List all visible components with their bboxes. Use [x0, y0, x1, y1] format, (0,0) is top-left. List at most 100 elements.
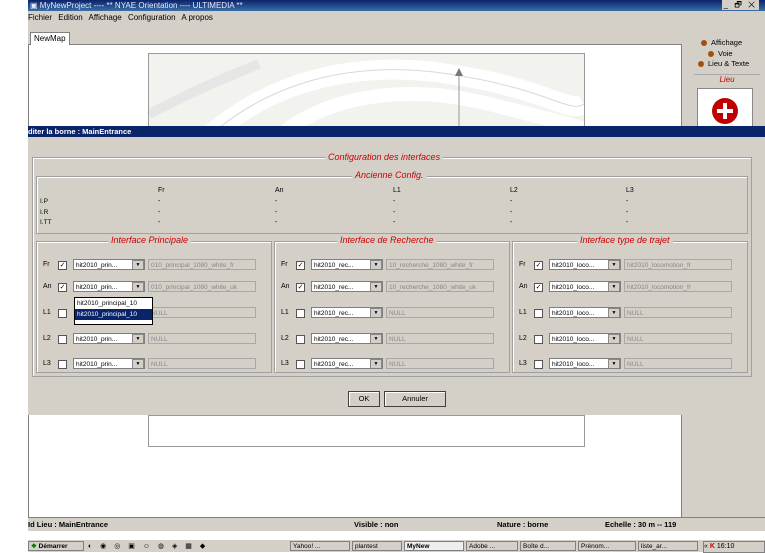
chevron-down-icon[interactable]: ▼ [132, 359, 144, 368]
combo-value: hit2010_prin... [76, 336, 118, 343]
interface-file-field[interactable]: NULL [624, 307, 732, 318]
status-visible: Visible : non [354, 520, 399, 529]
layer-affichage[interactable]: Affichage [701, 38, 742, 47]
chevron-down-icon[interactable]: ▼ [132, 282, 144, 291]
ok-button[interactable]: OK [348, 391, 380, 407]
interface-combo[interactable]: hit2010_loco... ▼ [549, 281, 621, 292]
chevron-down-icon[interactable]: ▼ [370, 308, 382, 317]
task-adobe[interactable]: Adobe ... [466, 541, 518, 551]
combo-value: hit2010_prin... [76, 361, 118, 368]
lang-label: An [43, 283, 52, 290]
task-prenom[interactable]: Prénom... [578, 541, 636, 551]
layer-voie[interactable]: Voie [708, 49, 733, 58]
old-config-cell: - [158, 198, 161, 205]
lang-checkbox[interactable]: ✓ [534, 283, 543, 292]
interface-combo[interactable]: hit2010_prin... ▼ [73, 281, 145, 292]
chevron-down-icon[interactable]: ▼ [608, 282, 620, 291]
interface-file-field[interactable]: NULL [148, 307, 256, 318]
status-echelle: Echelle : 30 m -- 119 [605, 520, 677, 529]
interface-combo[interactable]: hit2010_rec... ▼ [311, 281, 383, 292]
interface-file-field[interactable]: NULL [386, 358, 494, 369]
interface-file-field[interactable]: hit2010_locomotion_fr [624, 259, 732, 270]
tray-chevron[interactable]: « [704, 543, 708, 550]
dropdown-option-selected[interactable]: hit2010_principal_10 [75, 309, 152, 320]
lang-checkbox[interactable] [296, 335, 305, 344]
menu-affichage[interactable]: Affichage [89, 13, 122, 22]
task-liste[interactable]: liste_ar... [638, 541, 698, 551]
chevron-down-icon[interactable]: ▼ [370, 260, 382, 269]
interface-combo[interactable]: hit2010_loco... ▼ [549, 358, 621, 369]
chevron-down-icon[interactable]: ▼ [608, 260, 620, 269]
interface-combo[interactable]: hit2010_prin... ▼ [73, 259, 145, 270]
lang-checkbox[interactable]: ✓ [296, 283, 305, 292]
lang-checkbox[interactable] [534, 335, 543, 344]
interface-file-field[interactable]: NULL [386, 307, 494, 318]
tab-newmap[interactable]: NewMap [30, 32, 70, 45]
lang-checkbox[interactable]: ✓ [534, 261, 543, 270]
interface-combo[interactable]: hit2010_loco... ▼ [549, 259, 621, 270]
col-header-l2: L2 [510, 187, 518, 194]
chevron-down-icon[interactable]: ▼ [370, 334, 382, 343]
old-config-cell: - [393, 209, 396, 216]
interface-combo[interactable]: hit2010_rec... ▼ [311, 333, 383, 344]
lang-label: An [519, 283, 528, 290]
interface-combo[interactable]: hit2010_loco... ▼ [549, 333, 621, 344]
lang-checkbox[interactable] [534, 309, 543, 318]
lieu-add-icon[interactable] [697, 88, 753, 130]
menu-edition[interactable]: Edition [58, 13, 82, 22]
lang-checkbox[interactable] [296, 360, 305, 369]
quick-launch-icons[interactable]: ◐ ◉ ◎ ▣ ☺ ◍ ◈ ▦ ◆ [88, 541, 258, 551]
chevron-down-icon[interactable]: ▼ [132, 334, 144, 343]
interface-file-field[interactable]: NULL [624, 333, 732, 344]
task-yahoo[interactable]: Yahoo! ... [290, 541, 350, 551]
interface-file-field[interactable]: 010_principal_1080_white_fr [148, 259, 256, 270]
task-mynew[interactable]: MyNew [404, 541, 464, 551]
menu-fichier[interactable]: Fichier [28, 13, 52, 22]
lang-checkbox[interactable]: ✓ [58, 283, 67, 292]
layer-lieu-texte[interactable]: Lieu & Texte [698, 59, 749, 68]
chevron-down-icon[interactable]: ▼ [608, 308, 620, 317]
interface-file-field[interactable]: hit2010_locomotion_fr [624, 281, 732, 292]
dropdown-option[interactable]: hit2010_principal_10 [75, 298, 152, 309]
interface-combo[interactable]: hit2010_rec... ▼ [311, 358, 383, 369]
chevron-down-icon[interactable]: ▼ [370, 359, 382, 368]
lang-checkbox[interactable] [534, 360, 543, 369]
tray-k-icon[interactable]: K [710, 543, 715, 550]
lang-checkbox[interactable] [296, 309, 305, 318]
chevron-down-icon[interactable]: ▼ [370, 282, 382, 291]
start-button[interactable]: ❖ Démarrer [28, 541, 84, 551]
interface-combo[interactable]: hit2010_prin... ▼ [73, 333, 145, 344]
status-bar: Id Lieu : MainEntrance Visible : non Nat… [28, 517, 765, 531]
interface-file-field[interactable]: 010_principal_1080_white_uk [148, 281, 256, 292]
lang-label: Fr [43, 261, 50, 268]
interface-combo[interactable]: hit2010_rec... ▼ [311, 259, 383, 270]
lang-checkbox[interactable]: ✓ [296, 261, 305, 270]
old-config-cell: - [158, 219, 161, 226]
lang-checkbox[interactable] [58, 360, 67, 369]
system-tray: « K 16:10 [703, 541, 765, 553]
task-boite[interactable]: Boîte d... [520, 541, 576, 551]
interface-file-field[interactable]: NULL [148, 333, 256, 344]
interface-combo[interactable]: hit2010_loco... ▼ [549, 307, 621, 318]
chevron-down-icon[interactable]: ▼ [608, 359, 620, 368]
menu-configuration[interactable]: Configuration [128, 13, 176, 22]
interface-file-field[interactable]: 10_recherche_1080_white_uk [386, 281, 494, 292]
task-plantest[interactable]: plantest [352, 541, 402, 551]
lang-checkbox[interactable]: ✓ [58, 261, 67, 270]
interface-file-field[interactable]: 10_recherche_1080_white_fr [386, 259, 494, 270]
lang-checkbox[interactable] [58, 335, 67, 344]
interface-combo[interactable]: hit2010_prin... ▼ [73, 358, 145, 369]
interface-file-field[interactable]: NULL [148, 358, 256, 369]
combo-dropdown-list[interactable]: hit2010_principal_10 hit2010_principal_1… [74, 297, 153, 325]
chevron-down-icon[interactable]: ▼ [608, 334, 620, 343]
old-config-cell: - [158, 209, 161, 216]
interface-file-field[interactable]: NULL [624, 358, 732, 369]
interface-combo[interactable]: hit2010_rec... ▼ [311, 307, 383, 318]
menu-apropos[interactable]: A propos [181, 13, 213, 22]
cancel-button[interactable]: Annuler [384, 391, 446, 407]
row-label-itt: I.TT [40, 219, 52, 226]
window-controls[interactable]: _ 🗗 ✕ [721, 0, 759, 10]
chevron-down-icon[interactable]: ▼ [132, 260, 144, 269]
interface-file-field[interactable]: NULL [386, 333, 494, 344]
lang-checkbox[interactable] [58, 309, 67, 318]
